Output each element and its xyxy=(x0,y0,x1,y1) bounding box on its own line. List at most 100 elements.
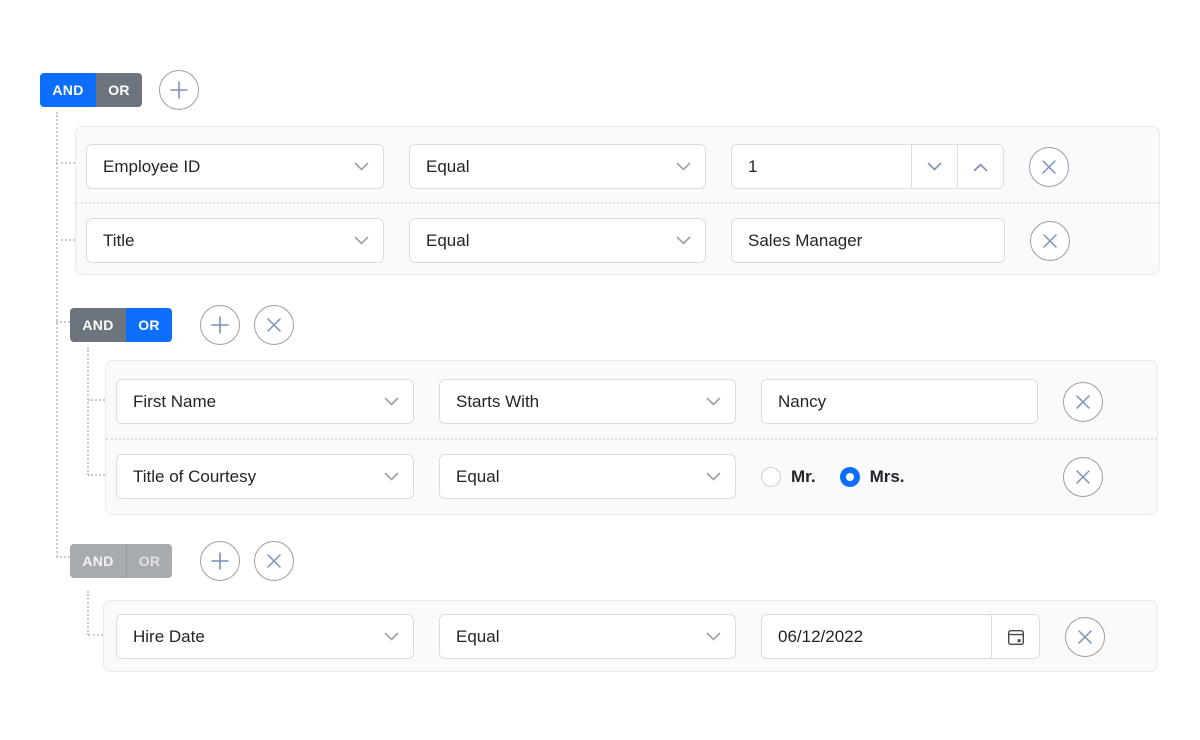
add-condition-button[interactable] xyxy=(159,70,199,110)
close-icon xyxy=(1076,628,1094,646)
field-dropdown[interactable]: First Name xyxy=(116,379,414,424)
condition-or-button[interactable]: OR xyxy=(96,73,142,107)
field-dropdown[interactable]: Title of Courtesy xyxy=(116,454,414,499)
date-input[interactable] xyxy=(762,615,991,658)
rule-row: Employee ID Equal xyxy=(86,144,1069,189)
chevron-down-icon xyxy=(676,162,691,172)
operator-dropdown[interactable]: Equal xyxy=(409,144,706,189)
chevron-down-icon xyxy=(354,236,369,246)
connector-line xyxy=(88,474,105,476)
connector-line xyxy=(56,556,70,558)
condition-or-button: OR xyxy=(126,544,172,578)
rule-group-root: Employee ID Equal xyxy=(75,126,1160,275)
field-dropdown[interactable]: Hire Date xyxy=(116,614,414,659)
delete-rule-button[interactable] xyxy=(1030,221,1070,261)
radio-label: Mrs. xyxy=(870,467,905,487)
radio-label: Mr. xyxy=(791,467,816,487)
field-dropdown[interactable]: Title xyxy=(86,218,384,263)
connector-line xyxy=(88,634,103,636)
connector-line xyxy=(56,162,75,164)
condition-and-button: AND xyxy=(70,544,126,578)
connector-line xyxy=(56,112,58,557)
delete-rule-button[interactable] xyxy=(1065,617,1105,657)
operator-dropdown-value: Equal xyxy=(456,467,499,487)
chevron-down-icon xyxy=(706,632,721,642)
connector-line xyxy=(88,399,105,401)
chevron-down-icon xyxy=(354,162,369,172)
close-icon xyxy=(265,316,283,334)
field-dropdown-value: Employee ID xyxy=(103,157,200,177)
chevron-down-icon xyxy=(706,472,721,482)
operator-dropdown-value: Starts With xyxy=(456,392,539,412)
close-icon xyxy=(1074,468,1092,486)
plus-icon xyxy=(168,79,190,101)
or-group-header: AND OR xyxy=(70,305,294,345)
close-icon xyxy=(1041,232,1059,250)
rule-row: Title Equal xyxy=(86,218,1070,263)
field-dropdown-value: First Name xyxy=(133,392,216,412)
add-condition-button[interactable] xyxy=(200,305,240,345)
delete-group-button[interactable] xyxy=(254,541,294,581)
condition-and-button[interactable]: AND xyxy=(70,308,126,342)
value-text-input[interactable] xyxy=(761,379,1038,424)
operator-dropdown[interactable]: Equal xyxy=(439,614,736,659)
spin-up-button[interactable] xyxy=(957,145,1003,188)
condition-toggle-disabled: AND OR xyxy=(70,544,172,578)
condition-toggle: AND OR xyxy=(40,73,142,107)
chevron-down-icon xyxy=(384,472,399,482)
delete-rule-button[interactable] xyxy=(1063,457,1103,497)
operator-dropdown-value: Equal xyxy=(456,627,499,647)
rule-row: First Name Starts With xyxy=(116,379,1103,424)
condition-or-button[interactable]: OR xyxy=(126,308,172,342)
connector-line xyxy=(56,239,75,241)
chevron-down-icon xyxy=(706,397,721,407)
operator-dropdown[interactable]: Equal xyxy=(439,454,736,499)
close-icon xyxy=(1040,158,1058,176)
number-input[interactable] xyxy=(732,145,911,188)
rule-row: Title of Courtesy Equal Mr. Mrs. xyxy=(116,454,1103,499)
rule-separator xyxy=(76,202,1159,204)
delete-rule-button[interactable] xyxy=(1029,147,1069,187)
query-builder: AND OR Employee ID Equal xyxy=(0,0,1200,740)
value-radio-group: Mr. Mrs. xyxy=(761,467,1038,487)
chevron-up-icon xyxy=(973,162,988,172)
operator-dropdown-value: Equal xyxy=(426,231,469,251)
radio-mr-unchecked[interactable] xyxy=(761,467,781,487)
value-number-input xyxy=(731,144,1004,189)
connector-line xyxy=(56,321,70,323)
value-date-input xyxy=(761,614,1040,659)
field-dropdown[interactable]: Employee ID xyxy=(86,144,384,189)
calendar-icon xyxy=(1006,627,1026,647)
chevron-down-icon xyxy=(384,397,399,407)
operator-dropdown[interactable]: Equal xyxy=(409,218,706,263)
condition-and-button[interactable]: AND xyxy=(40,73,96,107)
condition-toggle: AND OR xyxy=(70,308,172,342)
value-text-input[interactable] xyxy=(731,218,1005,263)
operator-dropdown[interactable]: Starts With xyxy=(439,379,736,424)
rule-group-disabled: Hire Date Equal xyxy=(103,600,1158,672)
chevron-down-icon xyxy=(676,236,691,246)
plus-icon xyxy=(209,314,231,336)
root-group-header: AND OR xyxy=(40,70,199,110)
field-dropdown-value: Title of Courtesy xyxy=(133,467,256,487)
spin-down-button[interactable] xyxy=(911,145,957,188)
operator-dropdown-value: Equal xyxy=(426,157,469,177)
chevron-down-icon xyxy=(927,162,942,172)
connector-line xyxy=(87,591,89,635)
radio-mrs-checked[interactable] xyxy=(840,467,860,487)
rule-separator xyxy=(106,438,1157,440)
rule-row: Hire Date Equal xyxy=(116,614,1105,659)
disabled-group-header: AND OR xyxy=(70,541,294,581)
field-dropdown-value: Hire Date xyxy=(133,627,205,647)
connector-line xyxy=(87,347,89,475)
plus-icon xyxy=(209,550,231,572)
field-dropdown-value: Title xyxy=(103,231,135,251)
date-picker-button[interactable] xyxy=(991,615,1039,658)
close-icon xyxy=(265,552,283,570)
chevron-down-icon xyxy=(384,632,399,642)
rule-group-or: First Name Starts With Title of xyxy=(105,360,1158,515)
delete-group-button[interactable] xyxy=(254,305,294,345)
delete-rule-button[interactable] xyxy=(1063,382,1103,422)
close-icon xyxy=(1074,393,1092,411)
add-condition-button[interactable] xyxy=(200,541,240,581)
